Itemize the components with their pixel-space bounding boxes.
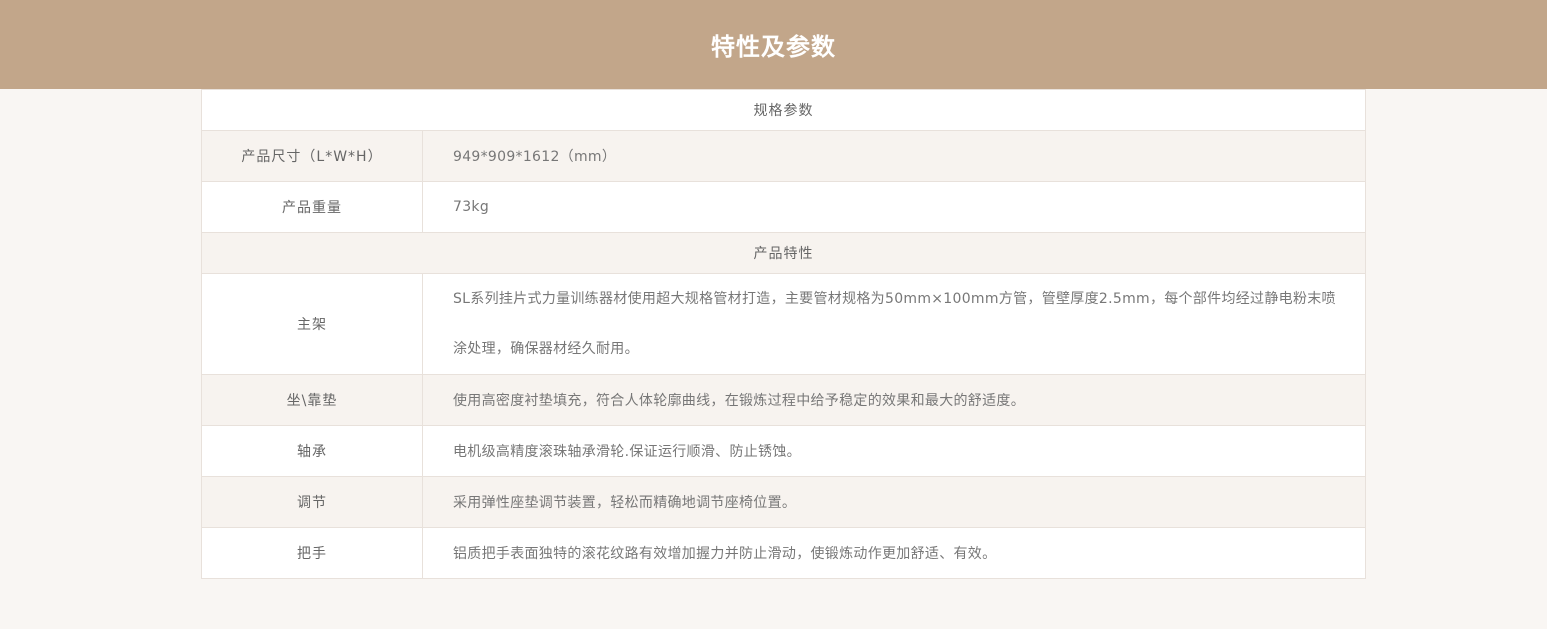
page-title: 特性及参数 xyxy=(711,33,836,61)
table-row: 坐\靠垫 使用高密度衬垫填充，符合人体轮廓曲线，在锻炼过程中给予稳定的效果和最大… xyxy=(201,374,1366,426)
table-row: 产品尺寸（L*W*H） 949*909*1612（mm） xyxy=(201,130,1366,182)
row-value-cushion: 使用高密度衬垫填充，符合人体轮廓曲线，在锻炼过程中给予稳定的效果和最大的舒适度。 xyxy=(422,374,1366,426)
features-section-header: 产品特性 xyxy=(201,232,1366,274)
row-label-handle: 把手 xyxy=(201,527,423,579)
features-section-title: 产品特性 xyxy=(201,232,1366,274)
spec-table-container: 规格参数 产品尺寸（L*W*H） 949*909*1612（mm） 产品重量 7… xyxy=(201,89,1366,579)
row-value-size: 949*909*1612（mm） xyxy=(422,130,1366,182)
row-label-size: 产品尺寸（L*W*H） xyxy=(201,130,423,182)
table-row: 调节 采用弹性座垫调节装置，轻松而精确地调节座椅位置。 xyxy=(201,476,1366,528)
row-label-adjust: 调节 xyxy=(201,476,423,528)
table-row: 产品重量 73kg xyxy=(201,181,1366,233)
row-value-adjust: 采用弹性座垫调节装置，轻松而精确地调节座椅位置。 xyxy=(422,476,1366,528)
row-label-weight: 产品重量 xyxy=(201,181,423,233)
page-header: 特性及参数 xyxy=(0,0,1547,89)
row-label-cushion: 坐\靠垫 xyxy=(201,374,423,426)
spec-table: 规格参数 产品尺寸（L*W*H） 949*909*1612（mm） 产品重量 7… xyxy=(201,89,1366,579)
row-value-frame: SL系列挂片式力量训练器材使用超大规格管材打造，主要管材规格为50mm×100m… xyxy=(422,273,1366,375)
spec-section-title: 规格参数 xyxy=(201,89,1366,131)
row-value-weight: 73kg xyxy=(422,181,1366,233)
table-row: 主架 SL系列挂片式力量训练器材使用超大规格管材打造，主要管材规格为50mm×1… xyxy=(201,273,1366,375)
row-value-handle: 铝质把手表面独特的滚花纹路有效增加握力并防止滑动，使锻炼动作更加舒适、有效。 xyxy=(422,527,1366,579)
row-value-bearing: 电机级高精度滚珠轴承滑轮.保证运行顺滑、防止锈蚀。 xyxy=(422,425,1366,477)
row-label-frame: 主架 xyxy=(201,273,423,375)
table-row: 轴承 电机级高精度滚珠轴承滑轮.保证运行顺滑、防止锈蚀。 xyxy=(201,425,1366,477)
spec-section-header: 规格参数 xyxy=(201,89,1366,131)
row-label-bearing: 轴承 xyxy=(201,425,423,477)
table-row: 把手 铝质把手表面独特的滚花纹路有效增加握力并防止滑动，使锻炼动作更加舒适、有效… xyxy=(201,527,1366,579)
